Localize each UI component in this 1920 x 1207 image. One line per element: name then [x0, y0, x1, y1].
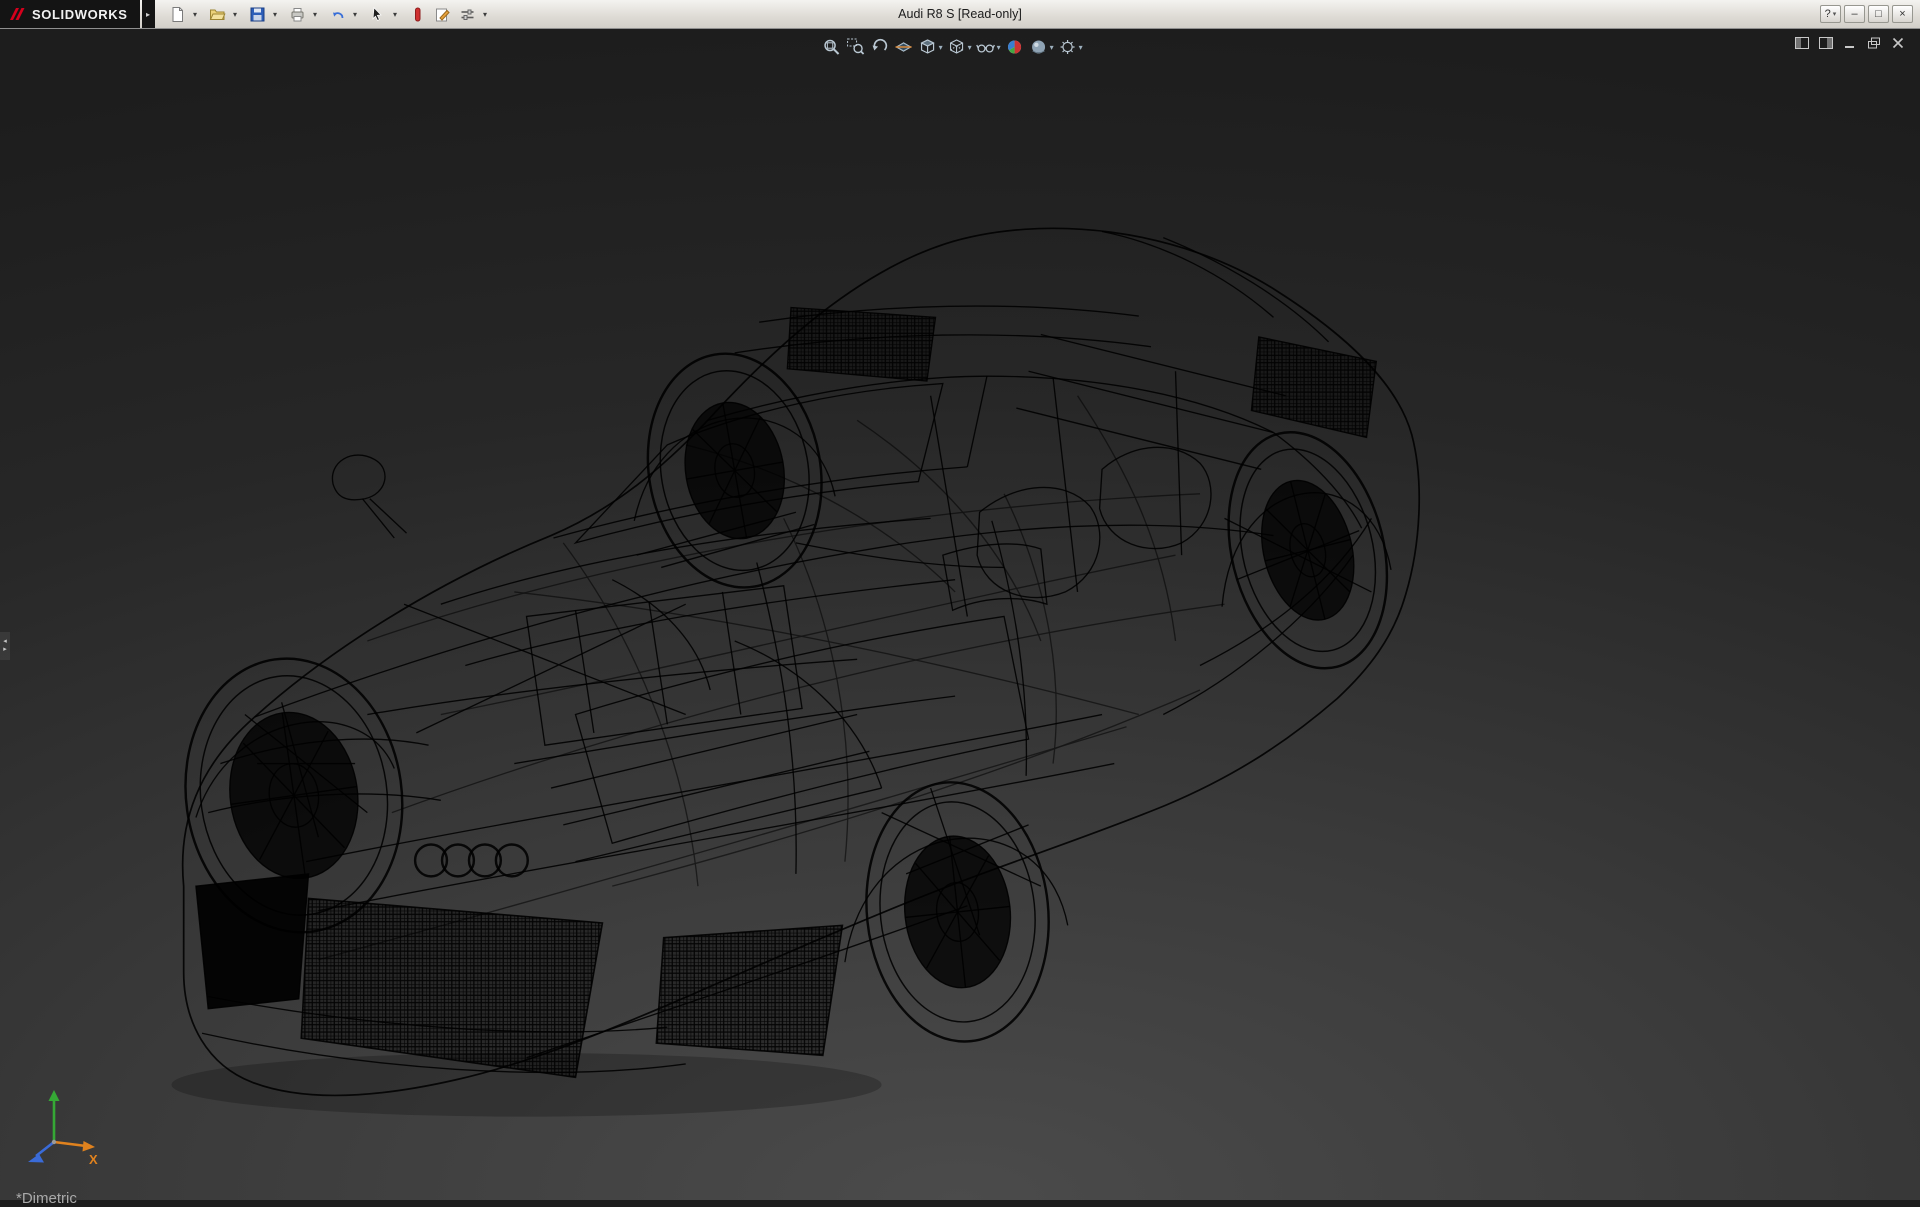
new-document-icon: [169, 6, 186, 23]
caret-icon: ▾: [313, 10, 317, 19]
caret-icon: ▾: [968, 43, 972, 52]
document-window-controls: [1794, 36, 1906, 50]
caret-icon: ▾: [939, 43, 943, 52]
split-pane-right-icon: [1818, 36, 1834, 50]
maximize-button[interactable]: □: [1868, 5, 1889, 23]
viewport-canvas[interactable]: [0, 28, 1920, 1200]
hide-show-items-button[interactable]: ▾: [975, 35, 1002, 59]
caret-icon: ▾: [1079, 43, 1083, 52]
caret-icon: ▾: [193, 10, 197, 19]
section-view-icon: [894, 37, 914, 57]
select-cursor-icon: [369, 6, 386, 23]
minimize-icon: –: [1851, 9, 1857, 20]
appearance-icon: [409, 6, 426, 23]
previous-view-button[interactable]: [869, 35, 891, 59]
headsup-view-toolbar: ▾ ▾ ▾: [821, 35, 1084, 59]
menu-expand-arrow[interactable]: ▸: [142, 0, 155, 28]
sketch-button[interactable]: [430, 2, 455, 27]
caret-icon: ▾: [393, 10, 397, 19]
triad-x-label: X: [89, 1152, 98, 1167]
new-document-button[interactable]: [165, 2, 190, 27]
feature-tree-splitter[interactable]: ◂ ▸: [0, 632, 10, 660]
minimize-button[interactable]: –: [1844, 5, 1865, 23]
close-icon: ×: [1899, 9, 1905, 20]
select-dropdown[interactable]: ▾: [390, 2, 401, 27]
edit-appearance-button[interactable]: [1004, 35, 1026, 59]
apply-scene-button[interactable]: ▾: [1028, 35, 1055, 59]
appearance-button[interactable]: [405, 2, 430, 27]
undo-button[interactable]: [325, 2, 350, 27]
caret-icon: ▾: [233, 10, 237, 19]
maximize-icon: □: [1875, 9, 1882, 20]
window-controls: ? ▾ – □ ×: [1820, 5, 1920, 23]
triad-y-axis[interactable]: [49, 1090, 60, 1101]
rear-left-wheel: [630, 340, 840, 602]
car-wireframe-model: [168, 228, 1419, 1116]
apply-scene-icon: [1029, 37, 1049, 57]
view-orientation-cube-icon: [918, 37, 938, 57]
save-dropdown[interactable]: ▾: [270, 2, 281, 27]
caret-icon: ▾: [273, 10, 277, 19]
splitter-right-arrow-icon: ▸: [3, 646, 7, 654]
split-pane-left-icon: [1794, 36, 1810, 50]
display-style-icon: [947, 37, 967, 57]
titlebar: SOLIDWORKS ▸ ▾ ▾ ▾: [0, 0, 1920, 29]
orientation-triad[interactable]: X: [18, 1082, 110, 1174]
zoom-to-fit-icon: [822, 37, 842, 57]
undo-dropdown[interactable]: ▾: [350, 2, 361, 27]
zoom-to-area-button[interactable]: [845, 35, 867, 59]
zoom-to-area-icon: [846, 37, 866, 57]
open-button[interactable]: [205, 2, 230, 27]
triad-x-axis[interactable]: [83, 1141, 96, 1152]
display-style-button[interactable]: ▾: [946, 35, 973, 59]
menu-expand-arrow-glyph: ▸: [146, 10, 150, 19]
split-pane-left-button[interactable]: [1794, 36, 1810, 50]
view-settings-button[interactable]: ▾: [1057, 35, 1084, 59]
print-dropdown[interactable]: ▾: [310, 2, 321, 27]
brand-name: SOLIDWORKS: [32, 7, 128, 22]
caret-icon: ▾: [997, 43, 1001, 52]
splitter-left-arrow-icon: ◂: [3, 638, 7, 646]
hide-show-glasses-icon: [976, 37, 996, 57]
caret-icon: ▾: [483, 10, 487, 19]
close-document-button[interactable]: [1890, 36, 1906, 50]
zoom-to-fit-button[interactable]: [821, 35, 843, 59]
options-dropdown[interactable]: ▾: [480, 2, 491, 27]
open-folder-icon: [209, 6, 226, 23]
caret-icon: ▾: [1050, 43, 1054, 52]
open-dropdown[interactable]: ▾: [230, 2, 241, 27]
solidworks-logo: SOLIDWORKS: [0, 0, 140, 28]
minimize-document-button[interactable]: [1842, 36, 1858, 50]
split-pane-right-button[interactable]: [1818, 36, 1834, 50]
close-button[interactable]: ×: [1892, 5, 1913, 23]
save-button[interactable]: [245, 2, 270, 27]
view-orientation-label: *Dimetric: [16, 1190, 77, 1207]
restore-document-icon: [1866, 36, 1882, 50]
view-orientation-button[interactable]: ▾: [917, 35, 944, 59]
solidworks-logo-icon: [8, 5, 26, 23]
graphics-viewport: ▾ ▾ ▾: [0, 28, 1920, 1200]
new-document-dropdown[interactable]: ▾: [190, 2, 201, 27]
sketch-icon: [434, 6, 451, 23]
undo-arrow-icon: [329, 6, 346, 23]
print-button[interactable]: [285, 2, 310, 27]
restore-document-button[interactable]: [1866, 36, 1882, 50]
print-icon: [289, 6, 306, 23]
select-button[interactable]: [365, 2, 390, 27]
options-button[interactable]: [455, 2, 480, 27]
save-floppy-icon: [249, 6, 266, 23]
close-document-icon: [1890, 36, 1906, 50]
help-button[interactable]: ? ▾: [1820, 5, 1841, 23]
minimize-document-icon: [1842, 36, 1858, 50]
edit-appearance-sphere-icon: [1005, 37, 1025, 57]
help-icon: ?: [1825, 9, 1831, 20]
options-sliders-icon: [459, 6, 476, 23]
audi-rings: [415, 844, 528, 876]
caret-icon: ▾: [353, 10, 357, 19]
section-view-button[interactable]: [893, 35, 915, 59]
caret-icon: ▾: [1833, 11, 1837, 18]
main-toolbar: ▾ ▾ ▾ ▾: [165, 2, 495, 27]
view-settings-icon: [1058, 37, 1078, 57]
previous-view-icon: [870, 37, 890, 57]
